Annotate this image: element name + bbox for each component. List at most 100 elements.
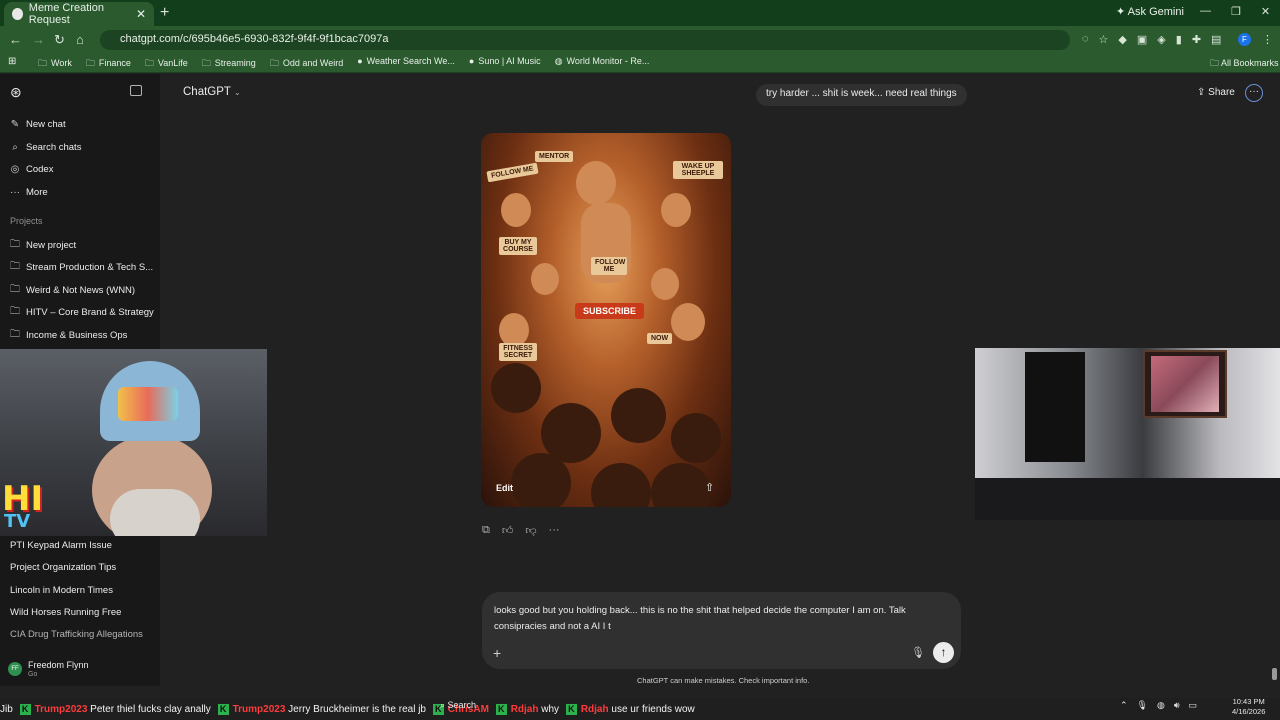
close-tab-icon[interactable]: ✕ [136, 7, 146, 21]
apps-grid-icon[interactable]: ⊞ [8, 56, 16, 67]
sidebar-item-search-chats[interactable]: ⌕ Search chats [10, 142, 81, 153]
home-icon[interactable]: ⌂ [76, 32, 84, 47]
bookmark-work[interactable]: 🗀 Work [38, 56, 72, 72]
bookmark-odd-weird[interactable]: 🗀 Odd and Weird [270, 56, 343, 72]
sidebar-item-new-chat[interactable]: ✎ New chat [10, 119, 66, 130]
ticker-user: Trump2023 [34, 704, 88, 716]
copy-icon[interactable]: ⧉ [482, 524, 490, 537]
avatar: FF [8, 662, 22, 676]
user-account-button[interactable]: FF Freedom Flynn Go [8, 660, 89, 678]
forward-icon[interactable]: → [32, 32, 45, 47]
ticker-message: Jerry Bruckheimer is the real jb [288, 704, 426, 716]
taskbar-search[interactable]: ⌕ Search [440, 700, 476, 711]
ask-gemini-button[interactable]: ✦ Ask Gemini [1116, 5, 1184, 18]
add-attachment-icon[interactable]: + [493, 645, 501, 661]
ask-gemini-label: Ask Gemini [1127, 6, 1184, 18]
sidebar-item-codex[interactable]: ◎ Codex [10, 164, 54, 175]
project-label: Weird & Not News (WNN) [26, 285, 136, 296]
bookmark-label: Work [51, 58, 72, 68]
chatgpt-favicon-icon [12, 8, 23, 20]
battery-icon[interactable]: ▭ [1189, 700, 1198, 711]
sidebar-project[interactable]: 🗀 Weird & Not News (WNN) [10, 282, 135, 299]
search-icon: ⌕ [12, 142, 18, 153]
folder-icon: 🗀 [269, 58, 279, 68]
sidebar-project[interactable]: 🗀 HITV – Core Brand & Strategy [10, 304, 154, 321]
image-sign: FOLLOW ME [591, 257, 627, 275]
disclaimer-text: ChatGPT can make mistakes. Check importa… [637, 676, 810, 685]
sidebar-project[interactable]: 🗀 Income & Business Ops [10, 327, 127, 344]
chevron-up-icon[interactable]: ⌃ [1120, 700, 1128, 711]
generated-image[interactable]: MENTOR FOLLOW ME WAKE UP SHEEPLE BUY MY … [481, 133, 731, 507]
browser-tab[interactable]: Meme Creation Request ✕ [4, 2, 154, 26]
all-bookmarks-button[interactable]: 🗀 All Bookmarks [1210, 56, 1279, 72]
folder-icon: 🗀 [144, 58, 154, 68]
star-icon[interactable]: ☆ [1099, 33, 1109, 46]
profile-avatar[interactable]: F [1238, 33, 1251, 46]
sidebar-project-new[interactable]: 🗀 New project [10, 237, 76, 254]
kick-icon: K [217, 704, 229, 715]
webcam-overlay-streamer: HI TV [0, 349, 267, 536]
download-icon[interactable]: ⇧ [705, 481, 714, 494]
thumbs-down-icon[interactable]: 👎︎ [525, 524, 536, 537]
bookmark-suno[interactable]: ● Suno | AI Music [469, 56, 541, 72]
kick-icon: K [565, 704, 577, 715]
volume-icon[interactable]: 🔊︎ [1174, 700, 1180, 711]
new-tab-button[interactable]: + [160, 4, 169, 22]
send-button[interactable]: ↑ [933, 642, 954, 663]
chat-history-item[interactable]: Wild Horses Running Free [10, 607, 121, 618]
eye-off-icon[interactable]: ◌ [1082, 33, 1089, 46]
sidepanel-icon[interactable]: ▤ [1211, 33, 1221, 46]
scrollbar-thumb[interactable] [1272, 668, 1277, 680]
openai-logo-icon[interactable]: ⊛ [10, 84, 22, 101]
back-icon[interactable]: ← [9, 32, 22, 47]
project-label: New project [26, 240, 77, 251]
sidebar-item-more[interactable]: ··· More [10, 187, 48, 198]
prompt-input[interactable]: looks good but you holding back... this … [494, 603, 944, 634]
bookmark-label: Streaming [214, 58, 256, 68]
minimize-icon[interactable]: — [1200, 5, 1211, 18]
clock-time: 10:43 PM [1232, 697, 1265, 706]
bookmark-vanlife[interactable]: 🗀 VanLife [145, 56, 188, 72]
webcam-overlay-room [975, 348, 1280, 520]
conversation-options-icon[interactable]: ··· [1245, 84, 1263, 102]
share-button[interactable]: ⇪ Share [1197, 87, 1235, 98]
chat-history-item[interactable]: Lincoln in Modern Times [10, 585, 113, 596]
edit-image-button[interactable]: Edit [496, 483, 513, 493]
model-selector[interactable]: ChatGPT ⌄ [183, 86, 241, 98]
ticker-user: Rdjah [580, 704, 609, 716]
bookmark-streaming[interactable]: 🗀 Streaming [202, 56, 256, 72]
chat-history-item[interactable]: Project Organization Tips [10, 562, 116, 573]
browser-menu-icon[interactable]: ⋮ [1262, 33, 1273, 46]
network-icon[interactable]: ◍ [1157, 700, 1165, 711]
more-dots-icon[interactable]: ··· [549, 524, 560, 537]
taskbar-clock[interactable]: 10:43 PM 4/16/2026 [1232, 697, 1265, 717]
chat-history-item[interactable]: PTI Keypad Alarm Issue [10, 540, 112, 551]
chat-history-item[interactable]: CIA Drug Trafficking Allegations [10, 629, 143, 640]
bookmark-label: Suno | AI Music [478, 56, 541, 66]
bookmark-finance[interactable]: 🗀 Finance [86, 56, 131, 72]
bookmark-world-monitor[interactable]: ◍ World Monitor - Re... [555, 56, 650, 72]
folder-icon: 🗀 [85, 58, 95, 68]
user-name: Freedom Flynn [28, 660, 89, 670]
microphone-icon[interactable]: 🎙︎ [1137, 700, 1148, 711]
microphone-icon[interactable]: 🎙︎ [911, 646, 925, 659]
address-bar[interactable]: chatgpt.com/c/695b46e5-6930-832f-9f4f-9f… [100, 30, 1070, 50]
extension-icon[interactable]: ◆ [1118, 33, 1126, 46]
sidebar-toggle-icon[interactable] [130, 85, 142, 96]
projects-heading: Projects [10, 216, 43, 226]
extension-icon[interactable]: ◈ [1157, 33, 1165, 46]
thumbs-up-icon[interactable]: 👍︎ [502, 524, 514, 537]
sidebar-project[interactable]: 🗀 Stream Production & Tech S... [10, 259, 153, 276]
sidebar-item-label: New chat [26, 119, 66, 130]
browser-tab-strip [0, 0, 1280, 26]
translate-icon[interactable]: ▣ [1137, 33, 1147, 46]
puzzle-icon[interactable]: ✚ [1192, 33, 1201, 46]
folder-plus-icon: 🗀 [10, 239, 20, 250]
reload-icon[interactable]: ↻ [54, 32, 65, 48]
restore-icon[interactable]: ❐ [1231, 5, 1241, 18]
system-tray: ⌃ 🎙︎ ◍ 🔊︎ ▭ [1120, 700, 1197, 711]
extension-icon[interactable]: ▮ [1176, 33, 1182, 46]
image-sign: WAKE UP SHEEPLE [673, 161, 723, 179]
bookmark-weather[interactable]: ● Weather Search We... [357, 56, 455, 72]
close-window-icon[interactable]: ✕ [1261, 5, 1270, 18]
